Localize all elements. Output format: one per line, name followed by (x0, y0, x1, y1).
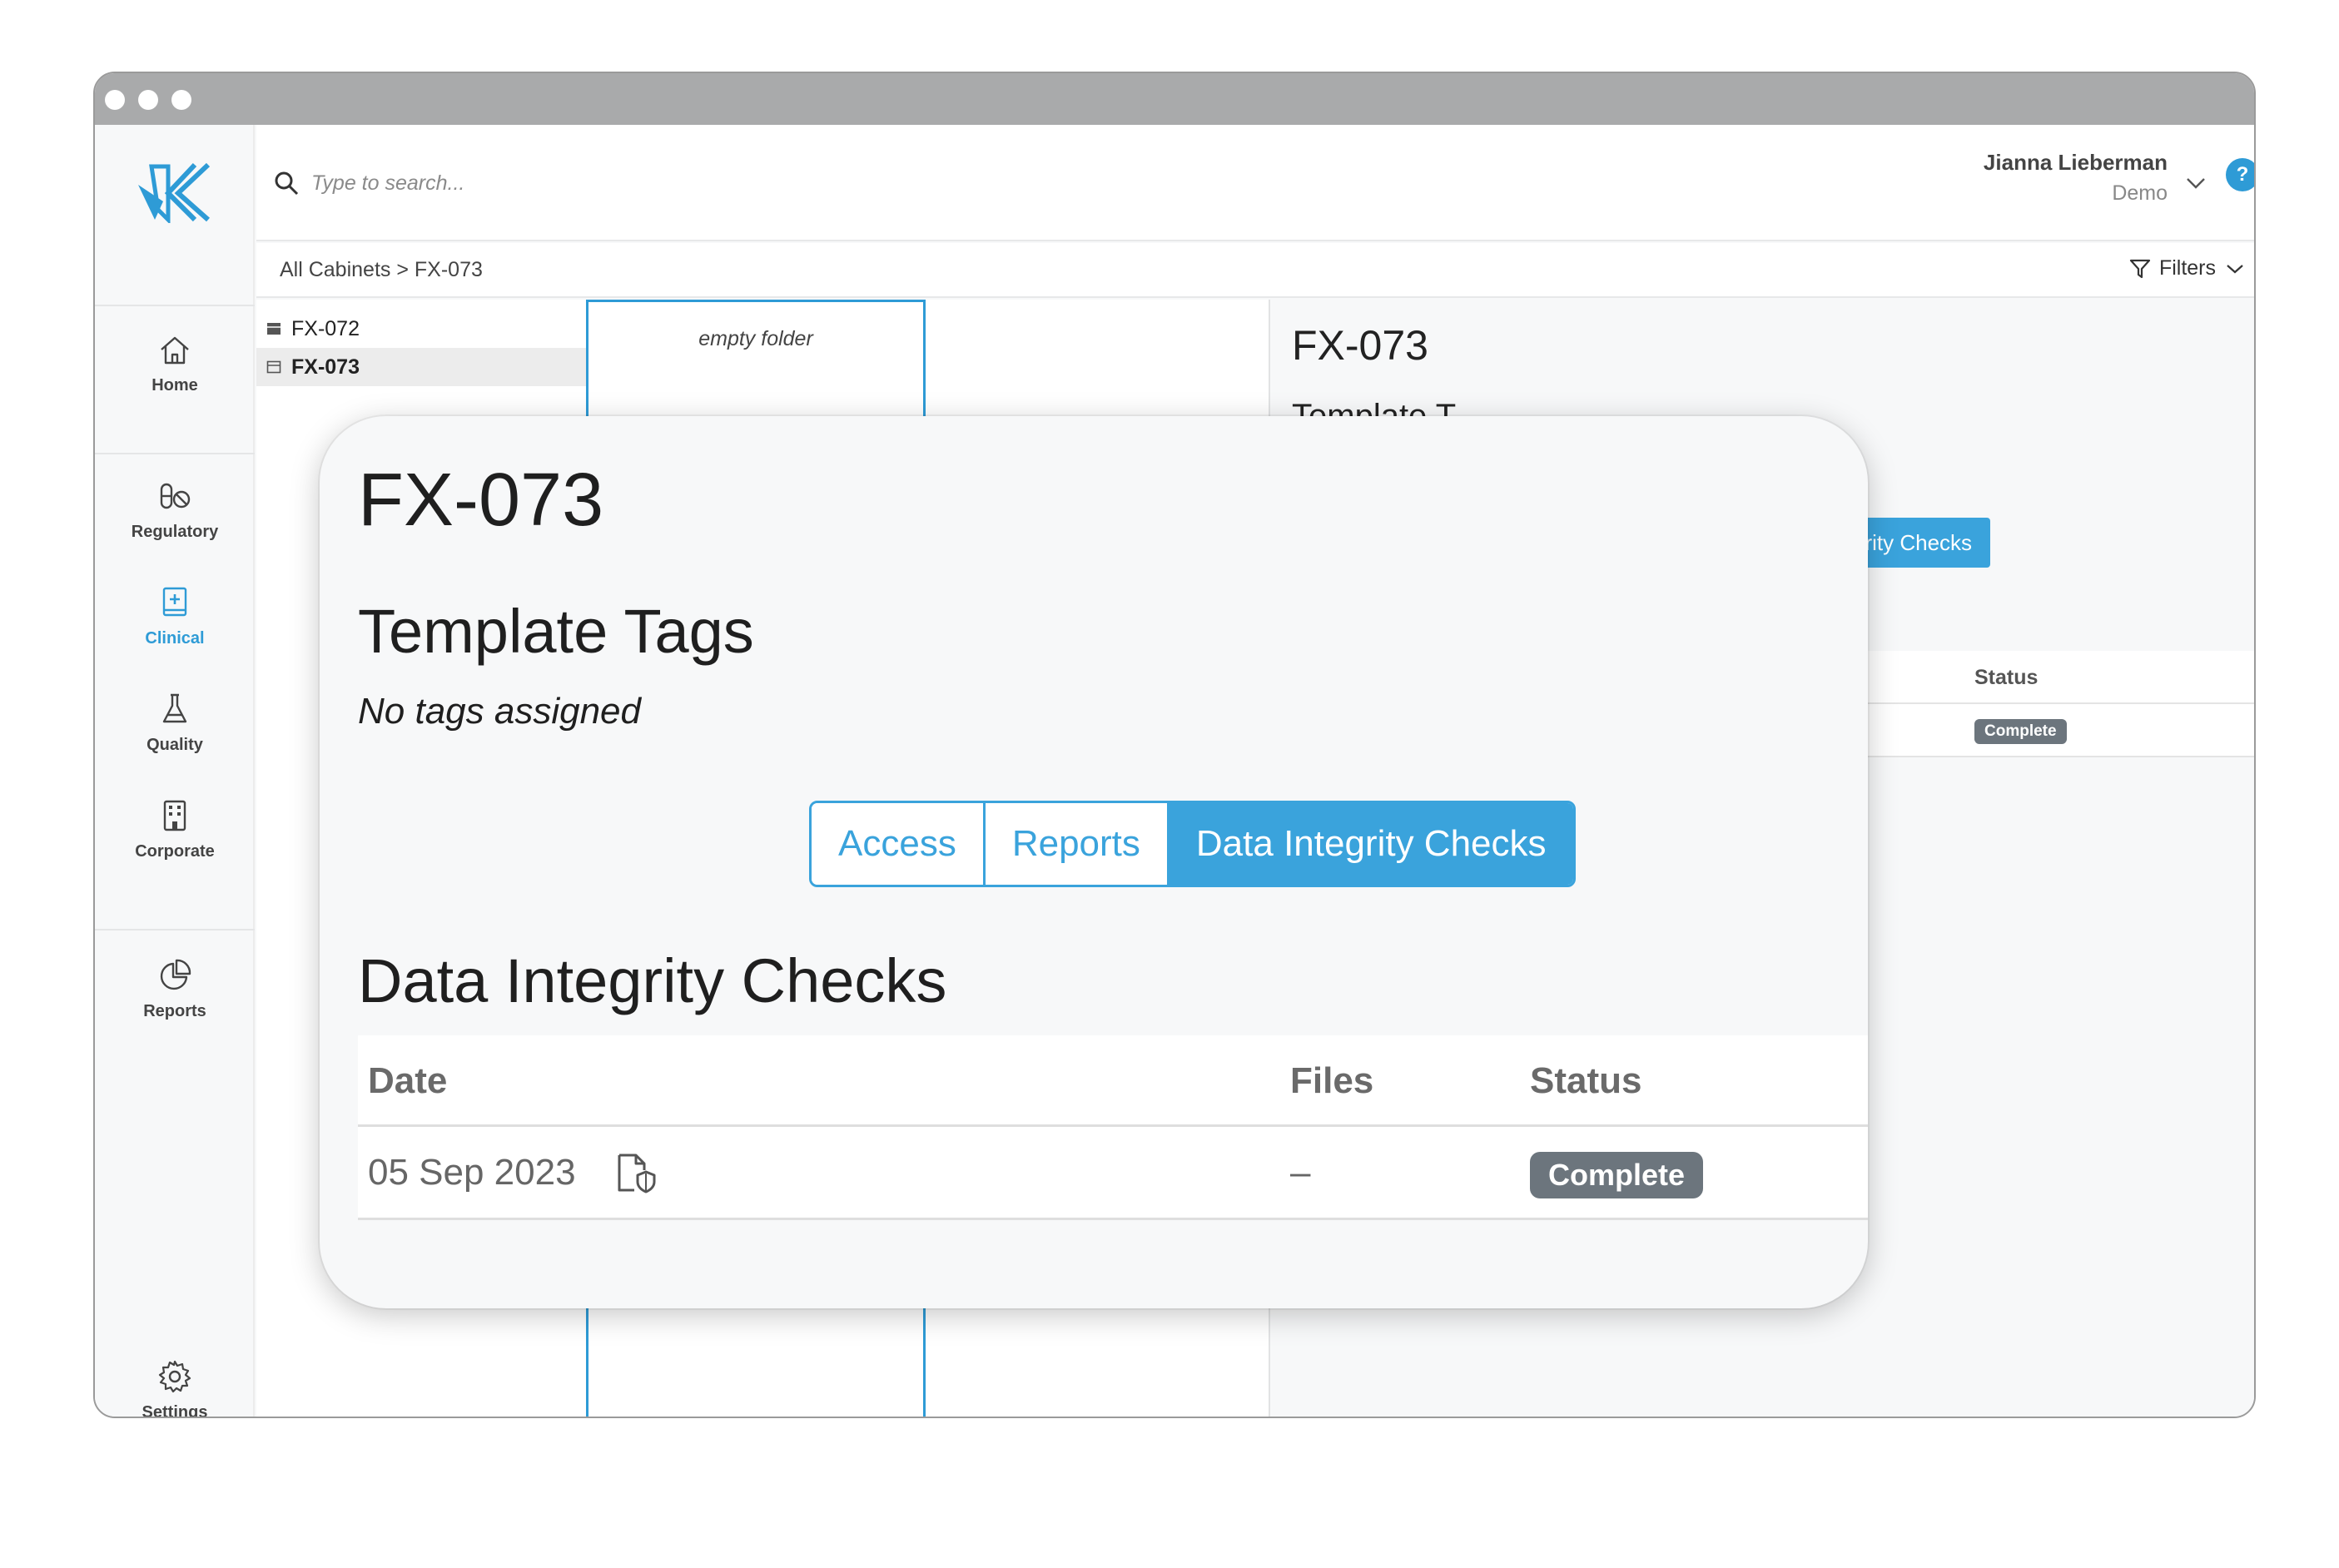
sidebar-item-regulatory[interactable]: Regulatory (95, 478, 255, 542)
search-input[interactable] (311, 163, 811, 203)
home-icon (161, 336, 189, 365)
chevron-down-icon[interactable] (2184, 175, 2207, 191)
empty-folder-text: empty folder (698, 327, 813, 350)
tab-reports[interactable]: Reports (985, 803, 1170, 885)
top-header: Jianna Lieberman Demo ? (256, 125, 2254, 241)
window-zoom-dot[interactable] (171, 90, 191, 110)
tab-data-integrity-checks[interactable]: Data Integrity Checks (1169, 803, 1573, 885)
status-header: Status (1974, 666, 2039, 689)
sidebar-item-settings[interactable]: Settings (95, 1358, 255, 1418)
sidebar-divider (95, 929, 255, 930)
filter-icon (2129, 259, 2151, 278)
status-badge: Complete (1530, 1152, 1704, 1198)
sidebar-divider (95, 453, 255, 454)
template-tags-heading: Template Tags (358, 597, 754, 666)
table-header: Date Files Status (358, 1035, 1868, 1127)
medical-book-icon (162, 587, 187, 617)
sidebar-divider (95, 305, 255, 306)
page-title: FX-073 (358, 459, 604, 542)
sidebar-item-home[interactable]: Home (95, 331, 255, 395)
flask-icon (162, 693, 187, 723)
sidebar-item-label: Quality (146, 736, 203, 754)
gear-icon (158, 1360, 191, 1393)
sidebar-item-label: Reports (143, 1002, 206, 1020)
integrity-checks-table: Date Files Status 05 Sep 2023 – Complete (358, 1035, 1868, 1220)
user-org: Demo (2112, 181, 2168, 205)
building-icon (163, 800, 186, 831)
filters-label: Filters (2158, 256, 2216, 280)
tab-group: Access Reports Data Integrity Checks (809, 801, 1576, 887)
template-tags-empty: No tags assigned (358, 691, 641, 732)
filters-button[interactable]: Filters (2129, 256, 2254, 280)
sidebar-item-label: Settings (142, 1403, 208, 1418)
chevron-down-icon (2227, 264, 2243, 273)
row-files: – (1290, 1152, 1311, 1193)
tab-access[interactable]: Access (812, 803, 986, 885)
search-icon (275, 171, 299, 196)
zoomed-detail-card: FX-073 Template Tags No tags assigned Ac… (320, 416, 1868, 1308)
sidebar-item-clinical[interactable]: Clinical (95, 584, 255, 648)
section-heading: Data Integrity Checks (358, 946, 947, 1015)
tree-item-label: FX-073 (291, 355, 360, 379)
help-icon[interactable]: ? (2226, 158, 2254, 191)
sidebar-item-label: Home (151, 376, 198, 394)
row-date: 05 Sep 2023 (368, 1152, 576, 1193)
tree-item-label: FX-072 (291, 317, 360, 340)
sidebar-item-label: Clinical (145, 629, 205, 648)
sidebar-item-reports[interactable]: Reports (95, 957, 255, 1021)
column-header-status[interactable]: Status (1530, 1060, 1641, 1102)
column-header-files[interactable]: Files (1290, 1060, 1373, 1102)
file-shield-icon[interactable] (614, 1152, 658, 1195)
tree-item-selected[interactable]: FX-073 (256, 348, 586, 386)
breadcrumb[interactable]: All Cabinets > FX-073 (280, 258, 483, 282)
window-minimize-dot[interactable] (138, 90, 158, 110)
pie-chart-icon (160, 959, 191, 990)
status-badge: Complete (1974, 719, 2067, 744)
app-logo-icon[interactable] (135, 160, 218, 223)
sidebar-item-label: Corporate (135, 842, 215, 861)
sidebar-item-label: Regulatory (131, 523, 219, 541)
detail-title: FX-073 (1292, 322, 1428, 369)
sidebar-item-corporate[interactable]: Corporate (95, 797, 255, 861)
table-row[interactable]: 05 Sep 2023 – Complete (358, 1127, 1868, 1220)
breadcrumb-bar: All Cabinets > FX-073 Filters (256, 243, 2254, 298)
user-name[interactable]: Jianna Lieberman (1984, 150, 2168, 176)
title-bar (95, 73, 2254, 125)
cabinet-icon (267, 323, 281, 335)
column-header-date[interactable]: Date (368, 1060, 447, 1102)
pills-icon (160, 483, 191, 509)
cabinet-open-icon (266, 360, 281, 374)
sidebar-item-quality[interactable]: Quality (95, 691, 255, 755)
window-close-dot[interactable] (105, 90, 125, 110)
tree-item[interactable]: FX-072 (256, 310, 586, 348)
sidebar: Home Regulatory Clinical Quality Corpora… (95, 125, 255, 1417)
